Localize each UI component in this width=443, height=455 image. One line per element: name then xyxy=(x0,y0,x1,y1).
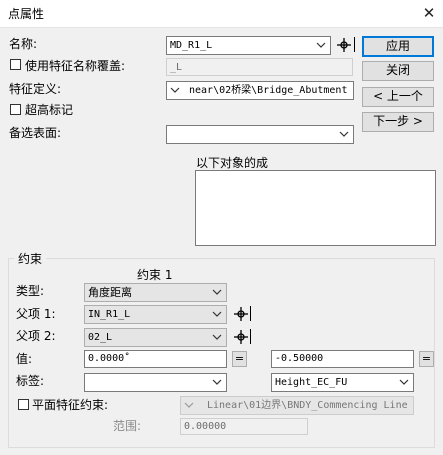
tag2-combo[interactable]: Height_EC_FU xyxy=(271,373,414,392)
parent2-value: 02_L xyxy=(88,332,113,343)
value-label: 值: xyxy=(16,352,33,366)
feature-def-value: near\02桥梁\Bridge_Abutment xyxy=(189,85,348,96)
objects-listbox[interactable] xyxy=(195,170,436,246)
parent2-combo[interactable]: 02_L xyxy=(84,328,227,347)
use-feature-name-checkbox[interactable] xyxy=(10,59,21,70)
type-combo[interactable]: 角度距离 xyxy=(84,283,227,302)
title-bar: 点属性 ✕ xyxy=(0,0,443,28)
feature-def-combo[interactable]: near\02桥梁\Bridge_Abutment xyxy=(166,81,354,100)
previous-button[interactable]: < 上一个 xyxy=(362,87,434,107)
window-title: 点属性 xyxy=(8,7,45,21)
separator xyxy=(250,329,251,344)
separator xyxy=(354,37,355,52)
value2-equals-button[interactable]: = xyxy=(419,351,434,367)
chevron-down-icon[interactable] xyxy=(210,284,224,301)
apply-button[interactable]: 应用 xyxy=(362,36,434,57)
feature-def-label: 特征定义: xyxy=(9,82,62,96)
close-icon[interactable]: ✕ xyxy=(418,2,440,24)
planar-constraint-label: 平面特征约束: xyxy=(32,398,109,412)
constraint-header: 约束 1 xyxy=(137,268,173,282)
name-value: MD_R1_L xyxy=(170,40,213,51)
name-label: 名称: xyxy=(9,37,38,51)
constraints-group-label: 约束 xyxy=(14,250,47,267)
use-feature-name-label: 使用特征名称覆盖: xyxy=(25,59,126,73)
planar-constraint-checkbox[interactable] xyxy=(18,399,29,410)
name-combo[interactable]: MD_R1_L xyxy=(166,36,331,55)
close-button[interactable]: 关闭 xyxy=(362,61,434,81)
crosshair-pick-icon[interactable] xyxy=(234,330,248,344)
parent1-label: 父项 1: xyxy=(16,307,56,321)
chevron-down-icon[interactable] xyxy=(210,374,224,391)
alt-surface-combo[interactable] xyxy=(166,125,354,144)
separator xyxy=(250,306,251,321)
planar-feature-combo: Linear\01边界\BNDY_Commencing Line xyxy=(180,396,414,415)
chevron-down-icon[interactable] xyxy=(169,82,181,99)
next-button[interactable]: 下一步 > xyxy=(362,112,434,132)
value1-equals-button[interactable]: = xyxy=(232,351,247,367)
crosshair-pick-icon[interactable] xyxy=(234,307,248,321)
tag2-value: Height_EC_FU xyxy=(275,377,348,388)
chevron-down-icon[interactable] xyxy=(314,37,328,54)
chevron-down-icon xyxy=(184,402,194,408)
type-label: 类型: xyxy=(16,284,45,298)
chevron-down-icon[interactable] xyxy=(210,306,224,323)
value1-input[interactable]: 0.0000˚ xyxy=(84,350,227,368)
alt-surface-label: 备选表面: xyxy=(9,126,62,140)
crosshair-pick-icon[interactable] xyxy=(337,38,351,52)
range-field: 0.00000 xyxy=(180,418,308,435)
super-elevation-label: 超高标记 xyxy=(25,103,74,117)
super-elevation-checkbox[interactable] xyxy=(10,104,21,115)
type-value: 角度距离 xyxy=(88,286,132,299)
planar-feature-value: Linear\01边界\BNDY_Commencing Line xyxy=(207,400,408,411)
range-label: 范围: xyxy=(113,419,142,433)
feature-name-field: _L xyxy=(166,58,353,76)
chevron-down-icon[interactable] xyxy=(337,126,351,143)
chevron-down-icon[interactable] xyxy=(397,374,411,391)
objects-list-label: 以下对象的成 xyxy=(196,156,269,170)
value2-input[interactable]: -0.50000 xyxy=(271,350,414,368)
parent1-value: IN_R1_L xyxy=(88,309,131,320)
tag-label: 标签: xyxy=(16,374,45,388)
chevron-down-icon[interactable] xyxy=(210,329,224,346)
tag1-combo[interactable] xyxy=(84,373,227,392)
parent1-combo[interactable]: IN_R1_L xyxy=(84,305,227,324)
parent2-label: 父项 2: xyxy=(16,329,56,343)
